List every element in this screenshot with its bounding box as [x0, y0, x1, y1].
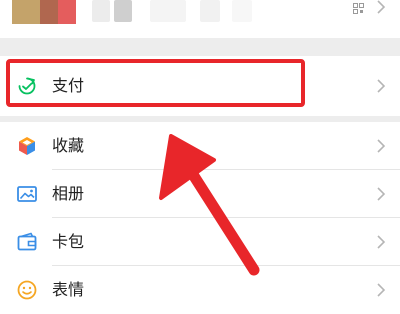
chevron-right-icon [377, 79, 386, 93]
card-wallet-icon [17, 232, 37, 251]
wechat-id-blurred [200, 0, 220, 22]
menu-item-label: 收藏 [52, 136, 85, 155]
nickname-blurred [114, 0, 132, 22]
wechat-id-blurred [232, 0, 252, 22]
avatar[interactable] [12, 0, 76, 24]
menu-item-stickers[interactable]: 表情 [0, 266, 400, 314]
chevron-right-icon [377, 235, 386, 249]
chevron-right-icon [377, 139, 386, 153]
menu-item-album[interactable]: 相册 [0, 170, 400, 218]
wechat-id-blurred [150, 0, 186, 22]
cube-icon [19, 137, 35, 155]
smiley-icon [17, 280, 37, 300]
highlight-box [6, 59, 305, 107]
image-icon [17, 186, 37, 202]
menu-item-label: 相册 [52, 184, 85, 203]
qr-code-icon[interactable] [353, 3, 364, 14]
chevron-right-icon [377, 0, 386, 14]
menu-item-label: 表情 [52, 280, 85, 299]
menu-item-card-wallet[interactable]: 卡包 [0, 218, 400, 266]
chevron-right-icon [377, 187, 386, 201]
chevron-right-icon [377, 283, 386, 297]
profile-header[interactable] [0, 0, 400, 38]
menu-item-favorites[interactable]: 收藏 [0, 122, 400, 170]
menu-item-label: 卡包 [52, 232, 85, 251]
nickname-blurred [92, 0, 110, 22]
